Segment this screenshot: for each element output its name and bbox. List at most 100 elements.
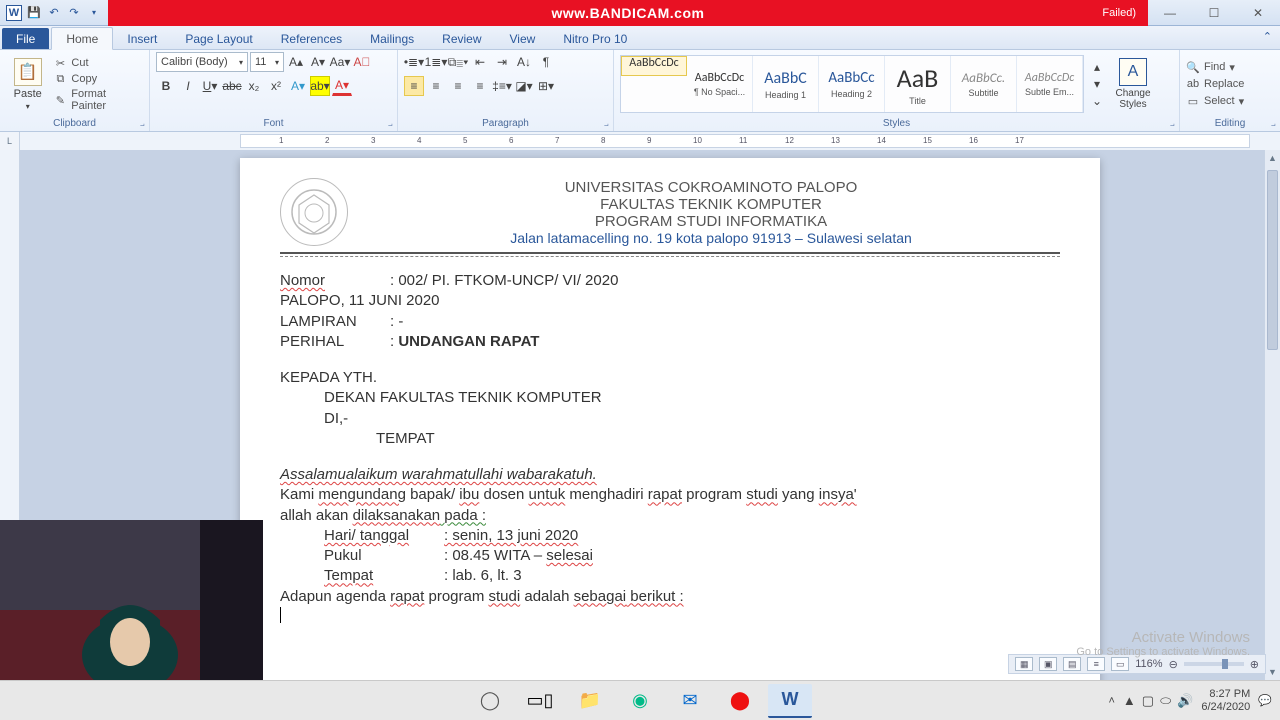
close-button[interactable]: ✕ [1236, 0, 1280, 26]
tab-nitro[interactable]: Nitro Pro 10 [549, 28, 641, 49]
italic-button[interactable]: I [178, 76, 198, 96]
maximize-button[interactable]: ☐ [1192, 0, 1236, 26]
increase-indent-icon[interactable]: ⇥ [492, 52, 512, 72]
edge-icon[interactable]: ◉ [618, 684, 662, 718]
zoom-out-button[interactable]: ⊖ [1169, 658, 1178, 671]
tab-view[interactable]: View [496, 28, 550, 49]
cut-button[interactable]: ✂Cut [53, 56, 143, 70]
view-draft-icon[interactable]: ▭ [1111, 657, 1129, 671]
scroll-thumb[interactable] [1267, 170, 1278, 350]
text-effects-icon[interactable]: A▾ [288, 76, 308, 96]
line-spacing-icon[interactable]: ‡≡▾ [492, 76, 512, 96]
battery-icon[interactable]: ▢ [1142, 693, 1154, 709]
clear-formatting-icon[interactable]: A⃠ [352, 52, 372, 72]
styles-gallery[interactable]: AaBbCcDc¶ NormalAaBbCcDc¶ No Spaci...AaB… [620, 55, 1084, 113]
font-color-icon[interactable]: A▾ [332, 76, 352, 96]
style-subtle-em---[interactable]: AaBbCcDcSubtle Em... [1017, 56, 1083, 112]
find-button[interactable]: 🔍Find ▾ [1186, 60, 1244, 74]
view-outline-icon[interactable]: ≡ [1087, 657, 1105, 671]
view-web-icon[interactable]: ▤ [1063, 657, 1081, 671]
shading-icon[interactable]: ◪▾ [514, 76, 534, 96]
gallery-more-icon[interactable]: ⌄ [1090, 93, 1104, 109]
copy-button[interactable]: ⧉Copy [53, 72, 143, 86]
style-heading-2[interactable]: AaBbCcHeading 2 [819, 56, 885, 112]
show-marks-icon[interactable]: ¶ [536, 52, 556, 72]
style---no-spaci---[interactable]: AaBbCcDc¶ No Spaci... [687, 56, 753, 112]
qat-more-icon[interactable]: ▾ [86, 5, 102, 21]
strikethrough-button[interactable]: abc [222, 76, 242, 96]
gallery-down-icon[interactable]: ▾ [1090, 76, 1104, 92]
style-subtitle[interactable]: AaBbCc.Subtitle [951, 56, 1017, 112]
bullets-icon[interactable]: •≣▾ [404, 52, 424, 72]
minimize-button[interactable]: — [1148, 0, 1192, 26]
hari-value: : senin, 13 juni 2020 [444, 526, 578, 546]
tab-mailings[interactable]: Mailings [356, 28, 428, 49]
subscript-button[interactable]: x₂ [244, 76, 264, 96]
save-icon[interactable]: 💾 [26, 5, 42, 21]
multilevel-icon[interactable]: ⧉≣▾ [448, 52, 468, 72]
zoom-in-button[interactable]: ⊕ [1250, 658, 1259, 671]
replace-button[interactable]: abReplace [1186, 77, 1244, 91]
align-right-button[interactable]: ≡ [448, 76, 468, 96]
network-icon[interactable]: ▲ [1123, 693, 1136, 709]
superscript-button[interactable]: x² [266, 76, 286, 96]
font-name-select[interactable]: Calibri (Body)▾ [156, 52, 248, 72]
start-button[interactable]: ◯ [468, 684, 512, 718]
style---normal[interactable]: AaBbCcDc¶ Normal [621, 56, 687, 76]
redo-icon[interactable]: ↷ [66, 5, 82, 21]
lampiran-value: : - [390, 312, 403, 332]
tab-review[interactable]: Review [428, 28, 495, 49]
bandicam-record-icon[interactable]: ⬤ [718, 684, 762, 718]
paste-button[interactable]: 📋 Paste ▾ [6, 53, 49, 115]
mail-icon[interactable]: ✉ [668, 684, 712, 718]
tab-home[interactable]: Home [51, 27, 113, 50]
task-view-button[interactable]: ▭▯ [518, 684, 562, 718]
borders-icon[interactable]: ⊞▾ [536, 76, 556, 96]
select-button[interactable]: ▭Select ▾ [1186, 94, 1244, 108]
numbering-icon[interactable]: 1≣▾ [426, 52, 446, 72]
grow-font-icon[interactable]: A▴ [286, 52, 306, 72]
hari-label: Hari/ tanggal [324, 526, 444, 546]
font-size-select[interactable]: 11▾ [250, 52, 284, 72]
align-left-button[interactable]: ≡ [404, 76, 424, 96]
view-fullscreen-icon[interactable]: ▣ [1039, 657, 1057, 671]
sort-icon[interactable]: A↓ [514, 52, 534, 72]
ruler-corner[interactable]: L [0, 132, 20, 150]
zoom-slider[interactable] [1184, 662, 1244, 666]
undo-icon[interactable]: ↶ [46, 5, 62, 21]
horizontal-ruler[interactable]: 1234567891011121314151617 [20, 132, 1280, 150]
letterhead-program: PROGRAM STUDI INFORMATIKA [362, 213, 1060, 230]
change-case-icon[interactable]: Aa▾ [330, 52, 350, 72]
tab-insert[interactable]: Insert [113, 28, 171, 49]
view-print-layout-icon[interactable]: ▦ [1015, 657, 1033, 671]
underline-button[interactable]: U▾ [200, 76, 220, 96]
letterhead-university: UNIVERSITAS COKROAMINOTO PALOPO [362, 179, 1060, 196]
style-title[interactable]: AaBTitle [885, 56, 951, 112]
document-page[interactable]: UNIVERSITAS COKROAMINOTO PALOPO FAKULTAS… [240, 158, 1100, 680]
style-heading-1[interactable]: AaBbCHeading 1 [753, 56, 819, 112]
wifi-icon[interactable]: ⬭ [1160, 693, 1171, 709]
highlight-icon[interactable]: ab▾ [310, 76, 330, 96]
format-painter-button[interactable]: ✎Format Painter [53, 88, 143, 112]
scroll-down-icon[interactable]: ▼ [1265, 664, 1280, 680]
title-bar: W 💾 ↶ ↷ ▾ www.BANDICAM.com Failed) — ☐ ✕ [0, 0, 1280, 26]
vertical-scrollbar[interactable]: ▲ ▼ [1264, 150, 1280, 680]
file-explorer-icon[interactable]: 📁 [568, 684, 612, 718]
clock[interactable]: 8:27 PM 6/24/2020 [1201, 688, 1250, 712]
scroll-up-icon[interactable]: ▲ [1265, 150, 1280, 166]
tab-file[interactable]: File [2, 28, 49, 49]
gallery-up-icon[interactable]: ▴ [1090, 59, 1104, 75]
notifications-icon[interactable]: 💬 [1258, 694, 1272, 707]
volume-icon[interactable]: 🔊 [1177, 693, 1193, 709]
change-styles-button[interactable]: A Change Styles [1108, 53, 1158, 115]
tab-references[interactable]: References [267, 28, 356, 49]
tray-chevron-icon[interactable]: ˄ [1108, 695, 1114, 707]
decrease-indent-icon[interactable]: ⇤ [470, 52, 490, 72]
tab-page-layout[interactable]: Page Layout [171, 28, 266, 49]
justify-button[interactable]: ≡ [470, 76, 490, 96]
shrink-font-icon[interactable]: A▾ [308, 52, 328, 72]
ribbon-minimize-icon[interactable]: ⌃ [1263, 30, 1272, 43]
bold-button[interactable]: B [156, 76, 176, 96]
word-taskbar-icon[interactable]: W [768, 684, 812, 718]
align-center-button[interactable]: ≡ [426, 76, 446, 96]
